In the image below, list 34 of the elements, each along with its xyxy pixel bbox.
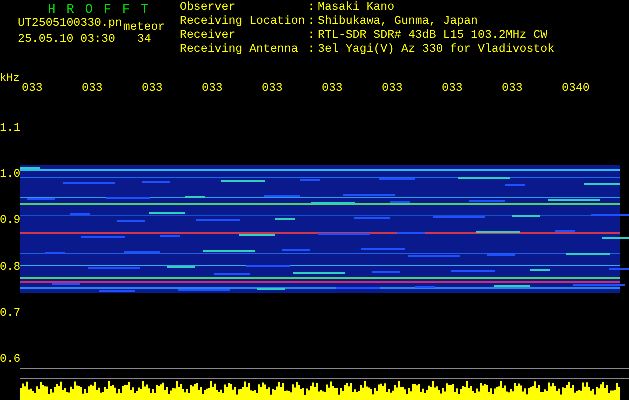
frequency-label: 0.6 [0, 354, 20, 368]
frequency-label: 1.0 [0, 169, 20, 184]
time-label: 033 [382, 82, 404, 97]
separator-colon: : [308, 16, 316, 30]
time-label: 033 [442, 82, 464, 97]
mode-text: meteor [123, 22, 166, 34]
info-value: 3el Yagi(V) Az 330 for Vladivostok [318, 44, 555, 58]
frequency-label: 0.7 [0, 308, 20, 322]
info-value: Masaki Kano [318, 2, 396, 16]
time-label: 033 [502, 82, 524, 97]
app-title: H R O F F T [47, 2, 152, 18]
time-label: 033 [82, 82, 104, 97]
time-label: 0340 [562, 82, 591, 97]
filename-text: UT2505100330.pn [18, 18, 122, 30]
separator-colon: : [308, 30, 316, 44]
time-label: 033 [322, 82, 344, 97]
frequency-label: 0.8 [0, 262, 20, 276]
frequency-label: 0.9 [0, 215, 20, 230]
frequency-label: 1.1 [0, 123, 20, 137]
datetime-text: 25.05.10 03:30 [18, 34, 116, 46]
time-label: 033 [202, 82, 224, 97]
info-value: Shibukawa, Gunma, Japan [318, 16, 480, 30]
time-label: 033 [142, 82, 164, 97]
info-label: Receiver [180, 30, 237, 44]
info-label: Receiving Location [180, 16, 306, 30]
separator-colon: : [308, 2, 316, 16]
info-label: Observer [180, 2, 237, 16]
time-label: 033 [262, 82, 284, 97]
info-value: RTL-SDR SDR# 43dB L15 103.2MHz CW [318, 30, 549, 44]
count-text: 34 [137, 34, 152, 46]
axis-unit: kHz [0, 73, 21, 87]
separator-colon: : [308, 44, 316, 58]
info-label: Receiving Antenna [180, 44, 300, 58]
time-label: 033 [22, 82, 44, 97]
